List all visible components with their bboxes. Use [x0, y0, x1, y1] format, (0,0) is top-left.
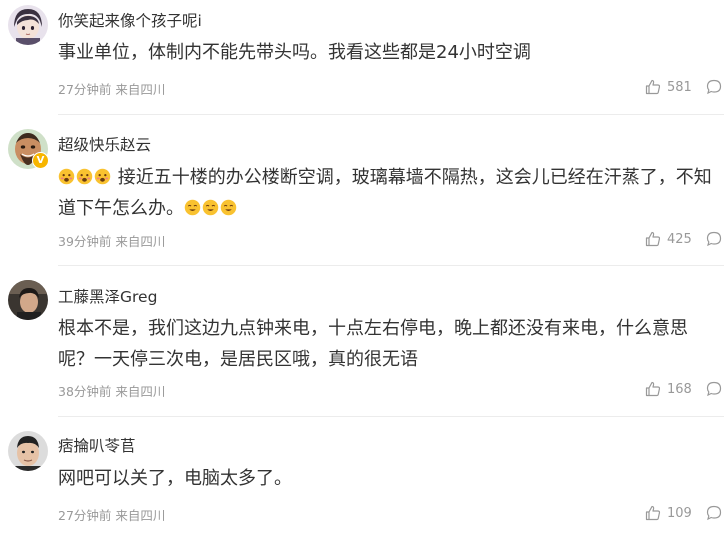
like-count: 581	[667, 79, 692, 95]
comment-text-body: 接近五十楼的办公楼断空调，玻璃幕墙不隔热，这会儿已经在汗蒸了，不知道下午怎么办。	[58, 167, 712, 219]
sweat-smile-icon	[220, 199, 237, 216]
like-count: 109	[667, 505, 692, 521]
verified-badge: V	[32, 152, 49, 169]
thumbs-up-icon	[645, 381, 661, 397]
comment-location: 来自四川	[115, 508, 166, 523]
hot-face-icon	[58, 168, 75, 185]
thumbs-up-icon	[645, 505, 661, 521]
comment-bubble-icon[interactable]	[706, 505, 722, 521]
hot-face-icon	[94, 168, 111, 185]
comment-text: 根本不是，我们这边九点钟来电，十点左右停电，晚上都还没有来电，什么意思呢？一天停…	[58, 318, 688, 370]
comment-time: 27分钟前	[58, 508, 112, 523]
divider	[58, 265, 724, 266]
comment-bubble-icon[interactable]	[706, 381, 722, 397]
comment-location: 来自四川	[115, 82, 166, 97]
thumbs-up-icon	[645, 231, 661, 247]
comment-time: 38分钟前	[58, 384, 112, 399]
comment-text: 事业单位，体制内不能先带头吗。我看这些都是24小时空调	[58, 42, 531, 63]
comment-text: 接近五十楼的办公楼断空调，玻璃幕墙不隔热，这会儿已经在汗蒸了，不知道下午怎么办。	[58, 162, 718, 224]
like-button[interactable]: 581	[645, 77, 692, 97]
divider	[58, 114, 724, 115]
comment-text: 网吧可以关了，电脑太多了。	[58, 468, 292, 489]
sweat-smile-icon	[184, 199, 201, 216]
username[interactable]: 工藤黑泽Greg	[58, 285, 157, 307]
username[interactable]: 痞掄叭苓苢	[58, 434, 136, 456]
comment-location: 来自四川	[115, 384, 166, 399]
comment-time: 27分钟前	[58, 82, 112, 97]
like-button[interactable]: 109	[645, 503, 692, 523]
avatar[interactable]	[8, 5, 48, 45]
avatar[interactable]	[8, 280, 48, 320]
comment-bubble-icon[interactable]	[706, 231, 722, 247]
like-button[interactable]: 168	[645, 379, 692, 399]
comment-location: 来自四川	[115, 234, 166, 249]
comment-meta: 38分钟前 来自四川	[58, 381, 165, 400]
comment-time: 39分钟前	[58, 234, 112, 249]
username[interactable]: 超级快乐赵云	[58, 133, 151, 155]
emoji-hot-face-icon	[58, 167, 118, 188]
like-count: 168	[667, 381, 692, 397]
hot-face-icon	[76, 168, 93, 185]
like-count: 425	[667, 231, 692, 247]
like-button[interactable]: 425	[645, 229, 692, 249]
thumbs-up-icon	[645, 79, 661, 95]
comment-meta: 27分钟前 来自四川	[58, 505, 165, 524]
emoji-sweat-smile-icon	[184, 198, 238, 219]
avatar[interactable]	[8, 431, 48, 471]
comment-meta: 27分钟前 来自四川	[58, 79, 165, 98]
divider	[58, 416, 724, 417]
comment-meta: 39分钟前 来自四川	[58, 231, 165, 250]
username[interactable]: 你笑起来像个孩子呢i	[58, 9, 202, 31]
sweat-smile-icon	[202, 199, 219, 216]
comment-bubble-icon[interactable]	[706, 79, 722, 95]
